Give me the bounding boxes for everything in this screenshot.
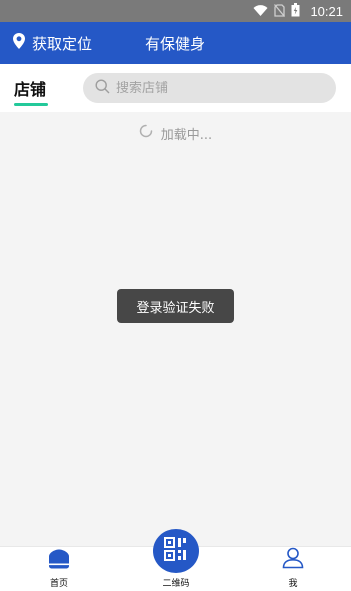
toast-message: 登录验证失败	[117, 289, 234, 323]
status-time: 10:21	[310, 3, 343, 19]
qr-code-icon	[164, 537, 188, 565]
bottom-nav: 首页 二维码 我	[0, 529, 351, 591]
nav-qr-label: 二维码	[162, 579, 190, 589]
battery-icon	[291, 2, 300, 21]
tab-store[interactable]: 店铺	[14, 76, 49, 106]
location-pin-icon	[12, 32, 26, 54]
search-input[interactable]	[116, 80, 316, 96]
home-icon	[48, 549, 70, 573]
nav-qr-code[interactable]: 二维码	[148, 529, 204, 591]
app-bar: 获取定位 有保健身	[0, 22, 351, 64]
nav-home[interactable]: 首页	[39, 547, 79, 591]
nav-me[interactable]: 我	[273, 547, 313, 591]
tab-active-indicator	[14, 103, 49, 106]
loading-indicator: 加载中...	[0, 122, 351, 144]
app-title: 有保健身	[145, 34, 206, 53]
wifi-icon	[253, 2, 268, 21]
status-bar: 10:21	[0, 0, 351, 22]
qr-button[interactable]	[153, 529, 199, 573]
spinner-icon	[139, 124, 153, 142]
tab-store-label: 店铺	[14, 80, 47, 99]
loading-text: 加载中...	[160, 127, 213, 143]
get-location-button[interactable]: 获取定位	[12, 32, 92, 54]
nav-home-label: 首页	[49, 579, 68, 589]
user-icon	[282, 547, 304, 573]
no-sim-icon	[274, 2, 286, 21]
nav-me-label: 我	[288, 579, 298, 589]
get-location-label: 获取定位	[32, 34, 93, 53]
toast-text: 登录验证失败	[136, 300, 215, 316]
search-icon	[95, 78, 110, 98]
search-box[interactable]	[83, 73, 336, 103]
tab-search-row: 店铺	[0, 64, 351, 112]
